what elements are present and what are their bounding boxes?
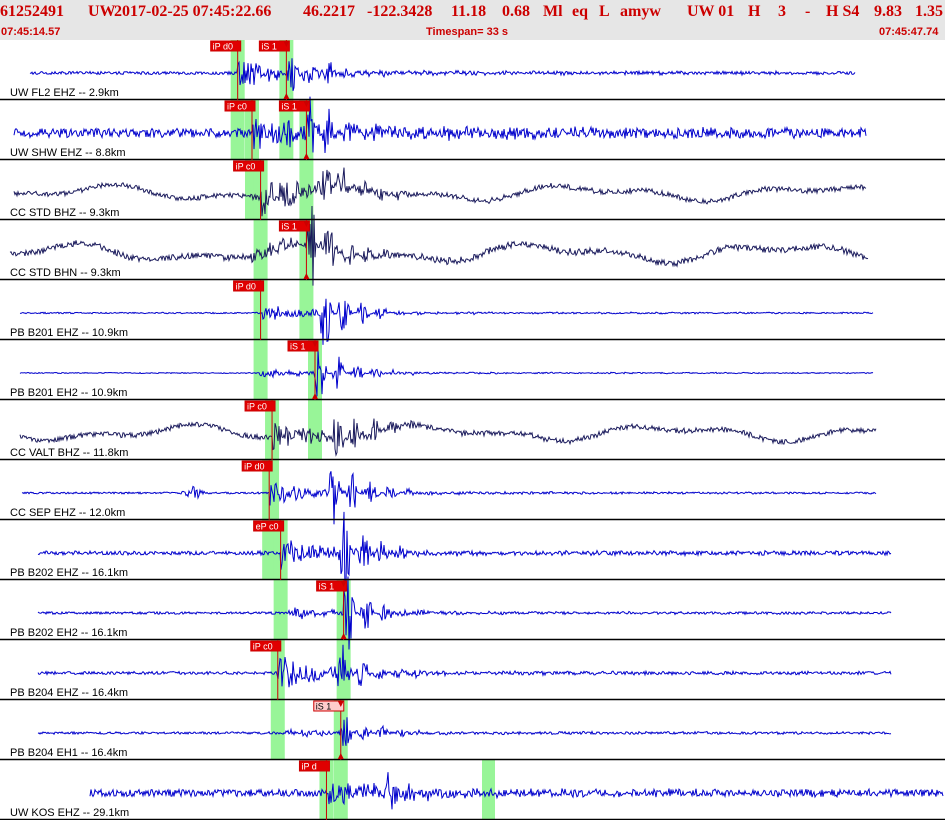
quality: H (748, 3, 761, 20)
pick-label[interactable]: iS 1 (281, 102, 297, 112)
depth: 11.18 (451, 3, 487, 20)
pick-label[interactable]: iS 1 (316, 702, 332, 712)
station-label: PB B202 EH2 -- 16.1km (10, 627, 128, 639)
pick-label[interactable]: iP d0 (236, 282, 256, 292)
pick-label[interactable]: iP d0 (244, 462, 264, 472)
station-label: PB B204 EH1 -- 16.4km (10, 747, 128, 759)
station-label: CC SEP EHZ -- 12.0km (10, 507, 126, 519)
pick-window (482, 760, 495, 820)
solution: UW 01 (687, 3, 735, 20)
pick-window (299, 280, 314, 340)
seismogram-traces[interactable]: iP d0 iS 1 iP c0 iS 1 iP c0 iS 1 iP d0 iS 1 iP c… (0, 40, 945, 820)
waveform-trace (19, 349, 874, 397)
waveform-trace (89, 772, 944, 810)
value-1: 9.83 (874, 3, 902, 20)
pick-label[interactable]: iP c0 (236, 162, 256, 172)
magnitude-type: Ml (543, 3, 563, 20)
latitude: 46.2217 (303, 3, 355, 20)
station-label: UW SHW EHZ -- 8.8km (10, 147, 126, 159)
origin-time: 2017-02-25 07:45:22.66 (114, 3, 272, 20)
value-2: 1.35 (915, 3, 943, 20)
station-label: PB B204 EHZ -- 16.4km (10, 687, 128, 699)
pick-label[interactable]: iP c0 (253, 642, 273, 652)
station-label: UW FL2 EHZ -- 2.9km (10, 87, 119, 99)
magnitude: 0.68 (502, 3, 530, 20)
station-label: PB B201 EH2 -- 10.9km (10, 387, 128, 399)
waveform-trace (13, 167, 867, 217)
pick-label[interactable]: iP d0 (213, 42, 233, 52)
waveform-trace (19, 298, 874, 345)
pick-window (253, 340, 268, 400)
waveform-trace (37, 644, 892, 688)
waveform-trace (21, 471, 877, 525)
waveform-trace (19, 418, 877, 457)
location-flag: L (599, 3, 610, 20)
pick-label[interactable]: iP c0 (227, 102, 247, 112)
pick-windows (230, 40, 495, 820)
seismogram-viewer: 61252491 UW 2017-02-25 07:45:22.66 46.22… (0, 0, 945, 820)
waveform-trace (29, 58, 856, 91)
pick-label[interactable]: iP d (301, 762, 316, 772)
pick-label[interactable]: iS 1 (290, 342, 306, 352)
header-bar: 61252491 UW 2017-02-25 07:45:22.66 46.22… (0, 0, 945, 40)
station-label: UW KOS EHZ -- 29.1km (10, 807, 130, 819)
waveform-trace (37, 576, 892, 650)
station-label: PB B202 EHZ -- 16.1km (10, 567, 128, 579)
waveform-trace (9, 205, 869, 286)
waveform-trace (13, 96, 867, 154)
pick-window (273, 580, 288, 640)
quality-separator: - (805, 3, 811, 20)
trace-panel[interactable]: iP d0 iS 1 iP c0 iS 1 iP c0 iS 1 iP d0 iS 1 iP c… (0, 40, 945, 820)
station-label: PB B201 EHZ -- 10.9km (10, 327, 128, 339)
pick-window (270, 700, 285, 760)
event-summary: 61252491 UW 2017-02-25 07:45:22.66 46.22… (0, 1, 945, 25)
event-type: eq (572, 3, 588, 20)
timespan-label: Timespan= 33 s (426, 26, 509, 38)
pick-label[interactable]: eP c0 (256, 522, 279, 532)
waveforms (9, 58, 944, 810)
window-end-time: 07:45:47.74 (879, 26, 939, 38)
pick-label[interactable]: iS 1 (261, 42, 277, 52)
event-id: 61252491 (0, 3, 64, 20)
quality-secondary: H S4 (826, 3, 860, 20)
window-start-time: 07:45:14.57 (1, 26, 61, 38)
waveform-trace (37, 717, 892, 746)
station-label: CC VALT BHZ -- 11.8km (10, 447, 129, 459)
analyst: amyw (620, 3, 661, 20)
row-separators (0, 98, 945, 820)
pick-label[interactable]: iS 1 (319, 582, 335, 592)
longitude: -122.3428 (367, 3, 433, 20)
pick-label[interactable]: iS 1 (281, 222, 297, 232)
station-label: CC STD BHZ -- 9.3km (10, 207, 120, 219)
quality-count: 3 (778, 3, 786, 20)
station-label: CC STD BHN -- 9.3km (10, 267, 121, 279)
pick-label[interactable]: iP c0 (247, 402, 267, 412)
event-network: UW (88, 3, 116, 20)
